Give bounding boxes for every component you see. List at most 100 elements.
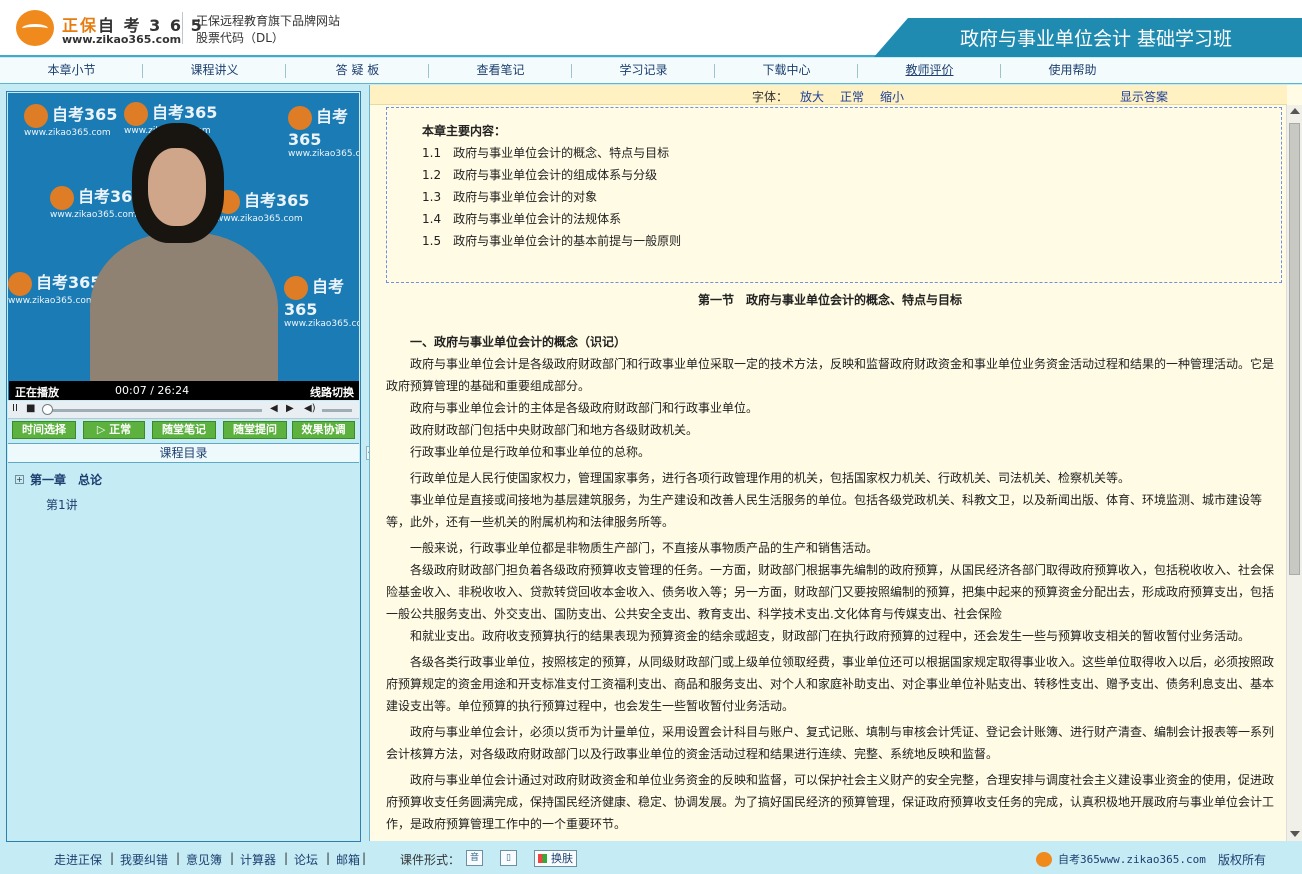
watermark-logo-icon	[284, 275, 308, 300]
nav-label: 本章小节	[47, 63, 96, 77]
class-question-button[interactable]: 随堂提问	[223, 421, 287, 439]
nav-label: 下载中心	[762, 63, 811, 77]
nav-view-notes[interactable]: 查看笔记	[429, 58, 572, 83]
nav-study-record[interactable]: 学习记录	[572, 58, 715, 83]
footer-separator: |	[284, 851, 289, 865]
expand-icon[interactable]: +	[15, 475, 24, 484]
article-paragraph: 政府与事业单位会计通过对政府财政资金和单位业务资金的反映和监督，可以保护社会主义…	[386, 773, 1275, 831]
watermark-logo-icon	[124, 101, 148, 126]
page-footer: 走进正保 | 我要纠错 | 意见簿 | 计算器 | 论坛 | 邮箱 | 课件形式…	[0, 844, 1302, 874]
volume-slider[interactable]	[322, 409, 352, 412]
zikao365-logo-icon	[16, 10, 54, 46]
watermark-url: www.zikao365.com	[50, 209, 137, 220]
seek-handle[interactable]	[42, 404, 53, 415]
class-notes-button[interactable]: 随堂笔记	[152, 421, 216, 439]
pause-icon[interactable]: II	[12, 403, 18, 414]
action-buttons: 时间选择 ▷ 正常 随堂笔记 随堂提问 效果协调	[8, 421, 359, 441]
video-status-bar: 正在播放 00:07 / 26:24 线路切换	[9, 381, 359, 400]
footer-link-mail[interactable]: 邮箱	[336, 851, 360, 868]
main-nav: 本章小节 课程讲义 答 疑 板 查看笔记 学习记录 下载中心 教师评价 使用帮助	[0, 58, 1302, 84]
copyright-link[interactable]: 版权所有	[1218, 851, 1266, 868]
header-divider	[182, 12, 183, 44]
footer-site-text[interactable]: 自考365www.zikao365.com	[1058, 851, 1206, 867]
article-paragraph: 行政事业单位是行政单位和事业单位的总称。	[410, 445, 651, 459]
toc-lecture-1[interactable]: 第1讲	[46, 496, 78, 513]
layout-mode-icon[interactable]: ▯	[500, 850, 517, 866]
subsection-heading: 一、政府与事业单位会计的概念（识记）	[410, 335, 627, 349]
skin-palette-icon	[538, 854, 547, 863]
line-switch-button[interactable]: 线路切换	[310, 384, 354, 400]
scroll-down-arrow-icon[interactable]	[1290, 831, 1300, 837]
scroll-up-arrow-icon[interactable]	[1290, 108, 1300, 114]
effect-sync-button[interactable]: 效果协调	[292, 421, 355, 439]
play-time: 00:07 / 26:24	[115, 384, 190, 397]
article-paragraph: 和就业支出。政府收支预算执行的结果表现为预算资金的结余或超支，财政部门在执行政府…	[410, 629, 1251, 643]
nav-qa-board[interactable]: 答 疑 板	[286, 58, 429, 83]
article-paragraph: 行政单位是人民行使国家权力，管理国家事务，进行各项行政管理作用的机关，包括国家权…	[410, 471, 1131, 485]
nav-download-center[interactable]: 下载中心	[715, 58, 858, 83]
toc-chapter-1[interactable]: + 第一章 总论	[15, 471, 102, 488]
footer-separator: |	[362, 851, 367, 865]
nav-label: 课程讲义	[190, 63, 239, 77]
video-watermark: 自考365www.zikao365.com	[288, 103, 359, 159]
article-paragraph: 政府财政部门包括中央财政部门和地方各级财政机关。	[410, 423, 699, 437]
summary-item: 1.4 政府与事业单位会计的法规体系	[422, 212, 622, 226]
video-player[interactable]: 自考365 www.zikao365.com 自考365 www.zikao365.…	[8, 93, 359, 400]
footer-link-calculator[interactable]: 计算器	[240, 851, 276, 868]
footer-link-forum[interactable]: 论坛	[294, 851, 318, 868]
summary-item: 1.3 政府与事业单位会计的对象	[422, 190, 598, 204]
font-size-label: 字体：	[752, 90, 789, 104]
stop-icon[interactable]: ■	[26, 403, 35, 414]
nav-label: 学习记录	[619, 63, 668, 77]
summary-title: 本章主要内容：	[422, 124, 507, 138]
content-scrollbar[interactable]	[1286, 105, 1302, 841]
change-skin-button[interactable]: 换肤	[534, 850, 577, 867]
audio-mode-icon[interactable]: 音	[466, 850, 483, 866]
font-larger-link[interactable]: 放大	[800, 88, 824, 105]
watermark-text: 自考365	[244, 191, 310, 210]
footer-separator: |	[176, 851, 181, 865]
toc-chapter-label: 第一章 总论	[30, 473, 103, 487]
seek-bar[interactable]	[46, 409, 262, 412]
watermark-url: www.zikao365.com	[216, 213, 303, 224]
footer-separator: |	[326, 851, 331, 865]
site-header: 正保自 考 3 6 5 www.zikao365.com 正保远程教育旗下品牌网…	[0, 0, 1302, 57]
video-watermark: 自考365 www.zikao365.com	[216, 187, 309, 224]
nav-help[interactable]: 使用帮助	[1001, 58, 1144, 83]
summary-item: 1.2 政府与事业单位会计的组成体系与分级	[422, 168, 658, 182]
volume-icon[interactable]: ◀)	[304, 403, 316, 414]
nav-lecture-notes[interactable]: 课程讲义	[143, 58, 286, 83]
watermark-url: www.zikao365.com	[24, 127, 111, 138]
play-status: 正在播放	[15, 386, 59, 399]
time-select-button[interactable]: 时间选择	[12, 421, 76, 439]
scroll-thumb[interactable]	[1289, 123, 1300, 575]
video-watermark: 自考365www.zikao365.com	[8, 269, 101, 306]
presenter-face	[148, 148, 206, 226]
player-controls: II ■ ◀ ▶ ◀)	[8, 401, 359, 419]
watermark-logo-icon	[50, 185, 74, 210]
footer-separator: |	[110, 851, 115, 865]
forward-icon[interactable]: ▶	[286, 403, 294, 414]
nav-chapter-summary[interactable]: 本章小节	[0, 58, 143, 83]
show-answer-link[interactable]: 显示答案	[1120, 88, 1168, 105]
rewind-icon[interactable]: ◀	[270, 403, 278, 414]
playback-speed-button[interactable]: ▷ 正常	[83, 421, 145, 439]
video-watermark: 自考365www.zikao365.com	[284, 273, 359, 329]
footer-logo-icon	[1036, 852, 1052, 867]
footer-link-report-error[interactable]: 我要纠错	[120, 851, 168, 868]
font-toolbar: 字体： 放大 正常 缩小 显示答案	[370, 85, 1287, 105]
video-watermark: 自考365 www.zikao365.com	[24, 101, 117, 138]
course-title: 政府与事业单位会计 基础学习班	[960, 28, 1233, 50]
footer-link-feedback[interactable]: 意见簿	[186, 851, 222, 868]
article-paragraph: 各级各类行政事业单位，按照核定的预算，从同级财政部门或上级单位领取经费，事业单位…	[386, 655, 1275, 713]
watermark-text: 自考365	[52, 105, 118, 124]
font-normal-link[interactable]: 正常	[840, 88, 864, 105]
nav-label: 使用帮助	[1048, 63, 1097, 77]
font-smaller-link[interactable]: 缩小	[880, 88, 904, 105]
article-paragraph: 政府与事业单位会计的主体是各级政府财政部门和行政事业单位。	[410, 401, 759, 415]
watermark-logo-icon	[288, 105, 312, 130]
footer-link-about[interactable]: 走进正保	[54, 851, 102, 868]
nav-teacher-evaluation[interactable]: 教师评价	[858, 58, 1001, 83]
watermark-logo-icon	[8, 271, 32, 296]
nav-label: 教师评价	[905, 63, 954, 77]
